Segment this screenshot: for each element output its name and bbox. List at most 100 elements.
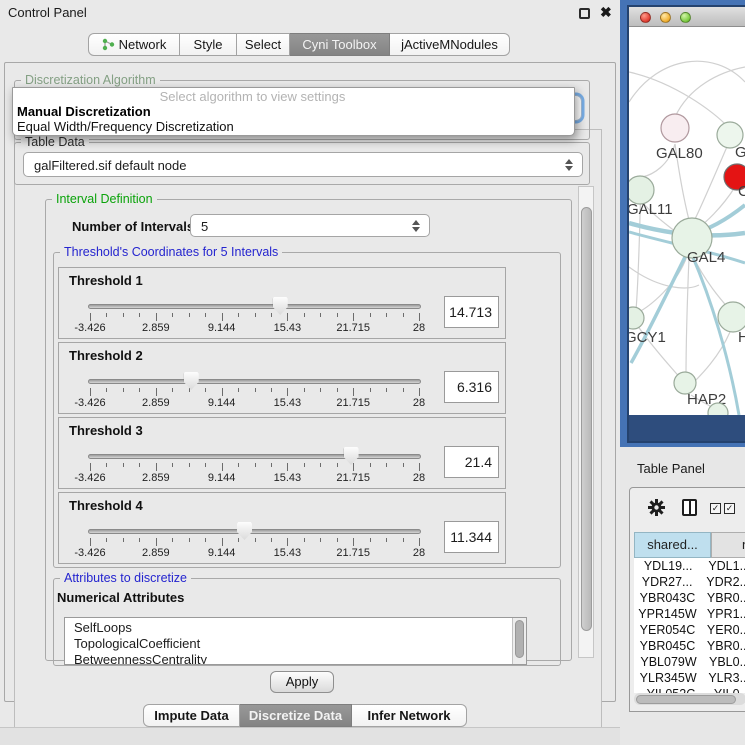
cell-name[interactable]: YBR0... xyxy=(701,638,745,654)
slider-ticks xyxy=(90,463,419,472)
network-node-label: H xyxy=(738,329,745,346)
cell-name[interactable]: YDR2... xyxy=(700,574,745,590)
network-node-gal11[interactable] xyxy=(629,176,654,204)
cell-name[interactable]: YER0... xyxy=(701,622,745,638)
tab-cyni-toolbox[interactable]: Cyni Toolbox xyxy=(290,33,390,56)
attributes-group-title: Attributes to discretize xyxy=(60,571,191,585)
combo-arrows-icon xyxy=(412,220,420,232)
tab-select[interactable]: Select xyxy=(237,33,290,56)
select-none-checkbox-icon[interactable]: ✓ xyxy=(724,503,735,514)
table-row[interactable]: YPR145WYPR1... xyxy=(634,606,745,622)
table-panel-titlebar: Table Panel xyxy=(620,447,745,487)
threshold-panel-4: Threshold 4 -3.4262.8599.14415.4321.71528… xyxy=(58,492,506,564)
cell-name[interactable]: YLR3... xyxy=(702,670,745,686)
close-icon[interactable]: ✖ xyxy=(600,4,612,21)
table-toolbar: ✓ ✓ xyxy=(630,488,745,532)
network-node-label: G xyxy=(735,144,745,161)
select-all-checkbox-icon[interactable]: ✓ xyxy=(710,503,721,514)
float-window-icon[interactable] xyxy=(579,8,590,19)
cell-shared-name[interactable]: YDL19... xyxy=(634,558,702,574)
threshold-value-field[interactable]: 21.4 xyxy=(444,446,499,478)
gear-icon[interactable] xyxy=(648,499,665,516)
table-row[interactable]: YDR27...YDR2... xyxy=(634,574,745,590)
numerical-attributes-label: Numerical Attributes xyxy=(57,590,184,605)
list-scrollbar[interactable] xyxy=(512,618,526,664)
table-row[interactable]: YBR045CYBR0... xyxy=(634,638,745,654)
table-hscrollbar-thumb[interactable] xyxy=(636,695,736,704)
dropdown-option-manual[interactable]: Manual Discretization xyxy=(13,104,574,119)
slider-track[interactable] xyxy=(88,454,421,459)
threshold-value-field[interactable]: 11.344 xyxy=(444,521,499,553)
tab-network[interactable]: Network xyxy=(88,33,180,56)
table-body: YDL19...YDL1...YDR27...YDR2...YBR043CYBR… xyxy=(634,558,745,693)
tab-impute-data[interactable]: Impute Data xyxy=(143,704,240,727)
tab-infer-network[interactable]: Infer Network xyxy=(352,704,467,727)
cell-shared-name[interactable]: YDR27... xyxy=(634,574,700,590)
slider-ticks xyxy=(90,538,419,547)
table-row[interactable]: YLR345WYLR3... xyxy=(634,670,745,686)
network-node-gal80[interactable] xyxy=(661,114,689,142)
network-canvas[interactable]: GAL80GCGAL11GAL4GCY1HHAP2 xyxy=(629,27,745,415)
cell-shared-name[interactable]: YPR145W xyxy=(634,606,701,622)
cell-name[interactable]: YBL0... xyxy=(703,654,745,670)
attribute-items: SelfLoopsTopologicalCoefficientBetweenne… xyxy=(65,618,526,665)
column-settings-icon[interactable] xyxy=(682,499,697,516)
cell-shared-name[interactable]: YIL052C xyxy=(634,686,708,693)
attribute-item[interactable]: BetweennessCentrality xyxy=(65,652,526,665)
table-row[interactable]: YBL079WYBL0... xyxy=(634,654,745,670)
close-traffic-light-icon[interactable] xyxy=(640,12,651,23)
cell-shared-name[interactable]: YBR043C xyxy=(634,590,701,606)
table-row[interactable]: YBR043CYBR0... xyxy=(634,590,745,606)
number-of-intervals-select[interactable]: 5 xyxy=(190,214,430,237)
table-hscrollbar[interactable] xyxy=(634,693,745,705)
list-scrollbar-thumb[interactable] xyxy=(515,620,524,658)
panel-scrollbar[interactable] xyxy=(578,186,594,658)
dropdown-option-equal-width[interactable]: Equal Width/Frequency Discretization xyxy=(13,119,574,134)
slider-tick-labels: -3.4262.8599.14415.4321.71528 xyxy=(90,472,419,484)
cell-name[interactable]: YDL1... xyxy=(702,558,745,574)
panel-scrollbar-thumb[interactable] xyxy=(581,207,592,631)
threshold-label: Threshold 4 xyxy=(69,498,143,513)
bottom-strip xyxy=(0,727,620,745)
table-row[interactable]: YER054CYER0... xyxy=(634,622,745,638)
threshold-value-field[interactable]: 14.713 xyxy=(444,296,499,328)
column-header-shared-name[interactable]: shared... xyxy=(634,532,711,558)
discretization-algorithm-title: Discretization Algorithm xyxy=(21,73,160,87)
interval-definition-title: Interval Definition xyxy=(52,192,157,206)
control-panel-title: Control Panel xyxy=(8,5,87,20)
threshold-label: Threshold 3 xyxy=(69,423,143,438)
network-nodes: GAL80GCGAL11GAL4GCY1HHAP2 xyxy=(629,114,745,415)
slider-tick-labels: -3.4262.8599.14415.4321.71528 xyxy=(90,547,419,559)
network-window[interactable]: GAL80GCGAL11GAL4GCY1HHAP2 xyxy=(627,5,745,443)
cell-shared-name[interactable]: YBL079W xyxy=(634,654,703,670)
cell-name[interactable]: YIL0... xyxy=(708,686,745,693)
thresholds-group-title: Threshold's Coordinates for 5 Intervals xyxy=(60,245,282,259)
combo-arrows-icon xyxy=(565,159,573,171)
cell-shared-name[interactable]: YER054C xyxy=(634,622,701,638)
apply-button[interactable]: Apply xyxy=(270,671,334,693)
slider-track[interactable] xyxy=(88,304,421,309)
attribute-item[interactable]: TopologicalCoefficient xyxy=(65,636,526,652)
tab-style[interactable]: Style xyxy=(180,33,237,56)
column-header-name[interactable]: n xyxy=(711,532,745,558)
table-data-select[interactable]: galFiltered.sif default node xyxy=(23,152,583,177)
attribute-item[interactable]: SelfLoops xyxy=(65,620,526,636)
table-row[interactable]: YDL19...YDL1... xyxy=(634,558,745,574)
threshold-panel-2: Threshold 2-3.4262.8599.14415.4321.71528… xyxy=(58,342,506,414)
cell-name[interactable]: YBR0... xyxy=(701,590,745,606)
threshold-value-field[interactable]: 6.316 xyxy=(444,371,499,403)
zoom-traffic-light-icon[interactable] xyxy=(680,12,691,23)
table-row[interactable]: YIL052CYIL0... xyxy=(634,686,745,693)
screen: Control Panel ✖ NetworkStyleSelectCyni T… xyxy=(0,0,745,745)
network-node-h[interactable] xyxy=(718,302,745,332)
tab-jactivemnodules[interactable]: jActiveMNodules xyxy=(390,33,510,56)
cell-shared-name[interactable]: YLR345W xyxy=(634,670,702,686)
minimize-traffic-light-icon[interactable] xyxy=(660,12,671,23)
cell-name[interactable]: YPR1... xyxy=(701,606,745,622)
slider-track[interactable] xyxy=(88,529,421,534)
tab-discretize-data[interactable]: Discretize Data xyxy=(240,704,352,727)
cell-shared-name[interactable]: YBR045C xyxy=(634,638,701,654)
network-icon xyxy=(102,38,115,51)
slider-track[interactable] xyxy=(88,379,421,384)
network-desktop: GAL80GCGAL11GAL4GCY1HHAP2 xyxy=(620,0,745,447)
